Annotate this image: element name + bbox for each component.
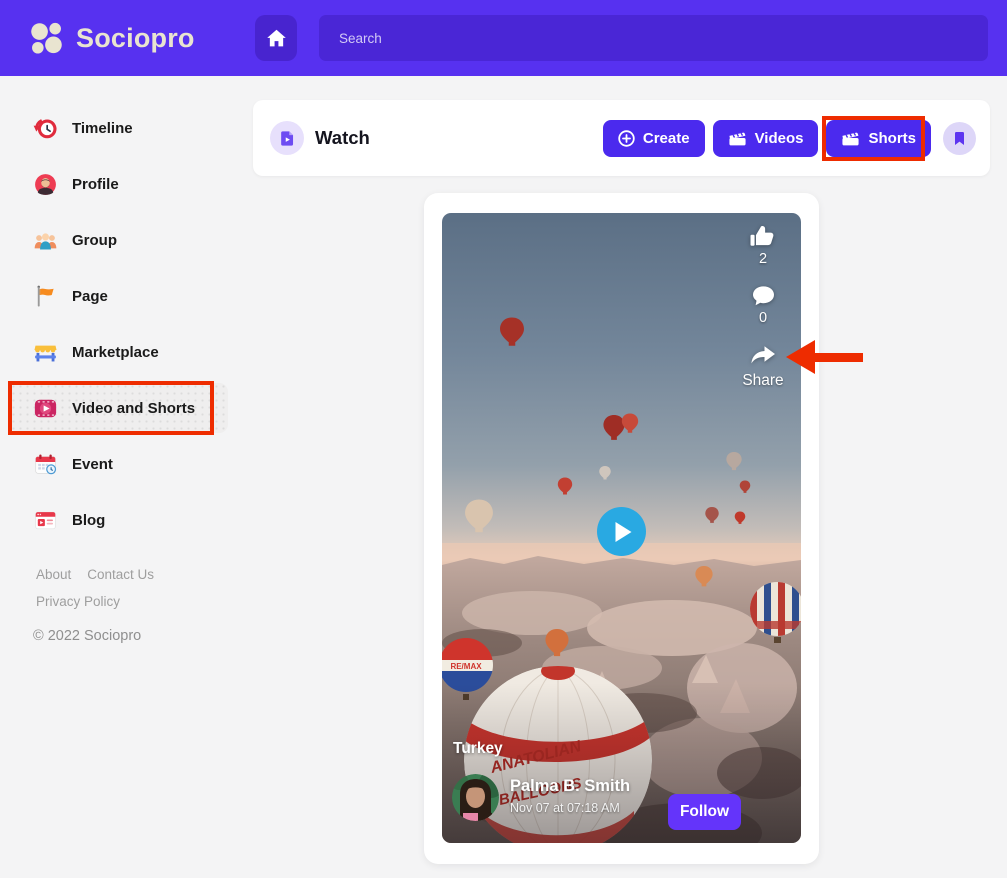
like-count: 2 xyxy=(759,251,767,267)
video-action-rail: 2 0 Share xyxy=(741,222,785,390)
shorts-button-wrapper: Shorts xyxy=(826,120,931,157)
sidebar-item-timeline[interactable]: Timeline xyxy=(0,100,253,156)
comment-icon[interactable] xyxy=(750,284,777,309)
bookmark-icon xyxy=(952,130,967,147)
group-people-icon xyxy=(33,228,58,253)
copyright-text: © 2022 Sociopro xyxy=(33,628,253,644)
sidebar-item-label: Marketplace xyxy=(72,344,159,361)
home-icon xyxy=(266,28,287,48)
sidebar-item-label: Video and Shorts xyxy=(72,400,195,417)
comment-count: 0 xyxy=(759,310,767,326)
blog-icon xyxy=(33,508,58,533)
share-label: Share xyxy=(742,372,783,390)
shorts-button[interactable]: Shorts xyxy=(826,120,931,157)
film-icon xyxy=(728,130,747,147)
plus-circle-icon xyxy=(618,130,635,147)
sociopro-logo-icon xyxy=(28,20,65,57)
calendar-icon xyxy=(33,452,58,477)
shorts-button-label: Shorts xyxy=(868,130,916,147)
videos-button-label: Videos xyxy=(755,130,804,147)
search-input[interactable] xyxy=(319,15,988,61)
sidebar-item-page[interactable]: Page xyxy=(0,268,253,324)
share-icon[interactable] xyxy=(748,343,778,369)
sidebar-item-label: Profile xyxy=(72,176,119,193)
profile-avatar-icon xyxy=(33,172,58,197)
timeline-clock-icon xyxy=(33,116,58,141)
author-avatar[interactable] xyxy=(452,774,499,821)
brand-name: Sociopro xyxy=(76,23,195,54)
videos-button[interactable]: Videos xyxy=(713,120,819,157)
sidebar-item-group[interactable]: Group xyxy=(0,212,253,268)
create-button[interactable]: Create xyxy=(603,120,705,157)
left-balloon-brand-text: RE/MAX xyxy=(450,662,482,671)
author-text-block: Palma B. Smith Nov 07 at 07:18 AM xyxy=(510,774,630,821)
follow-button[interactable]: Follow xyxy=(668,794,741,830)
create-button-label: Create xyxy=(643,130,690,147)
sidebar-item-profile[interactable]: Profile xyxy=(0,156,253,212)
page-body: Timeline Profile xyxy=(0,76,1007,878)
post-timestamp: Nov 07 at 07:18 AM xyxy=(510,801,630,815)
home-button[interactable] xyxy=(255,15,297,61)
watch-header-card: Watch Create Videos xyxy=(253,100,990,176)
play-icon xyxy=(614,521,633,543)
sidebar-item-label: Event xyxy=(72,456,113,473)
footer-link-about[interactable]: About xyxy=(36,567,71,582)
watch-page-icon xyxy=(270,121,304,155)
sidebar-footer: About Contact Us Privacy Policy © 2022 S… xyxy=(0,548,253,644)
bookmark-button[interactable] xyxy=(943,122,976,155)
avatar-image xyxy=(452,774,499,821)
sidebar-item-blog[interactable]: Blog xyxy=(0,492,253,548)
video-play-icon xyxy=(33,396,58,421)
brand[interactable]: Sociopro xyxy=(28,20,255,57)
sidebar: Timeline Profile xyxy=(0,76,253,878)
short-card: RE/MAX ANATOLIAN BALLOONS xyxy=(424,193,819,864)
top-navbar: Sociopro xyxy=(0,0,1007,76)
main-content: Watch Create Videos xyxy=(253,76,1007,878)
film-icon xyxy=(841,130,860,147)
sidebar-item-label: Page xyxy=(72,288,108,305)
video-player[interactable]: RE/MAX ANATOLIAN BALLOONS xyxy=(442,213,801,843)
sidebar-item-label: Blog xyxy=(72,512,105,529)
author-meta: Palma B. Smith Nov 07 at 07:18 AM xyxy=(452,774,630,821)
author-name[interactable]: Palma B. Smith xyxy=(510,777,630,796)
footer-link-contact-us[interactable]: Contact Us xyxy=(87,567,154,582)
storefront-icon xyxy=(33,340,58,365)
footer-link-privacy-policy[interactable]: Privacy Policy xyxy=(36,594,120,609)
play-button[interactable] xyxy=(597,507,646,556)
sidebar-item-event[interactable]: Event xyxy=(0,436,253,492)
video-location: Turkey xyxy=(453,740,503,758)
thumbs-up-icon[interactable] xyxy=(748,222,778,250)
sidebar-item-video-and-shorts[interactable]: Video and Shorts xyxy=(0,380,253,436)
sidebar-item-label: Timeline xyxy=(72,120,133,137)
sidebar-item-marketplace[interactable]: Marketplace xyxy=(0,324,253,380)
sidebar-item-label: Group xyxy=(72,232,117,249)
page-title: Watch xyxy=(315,127,603,149)
flag-icon xyxy=(33,284,58,309)
